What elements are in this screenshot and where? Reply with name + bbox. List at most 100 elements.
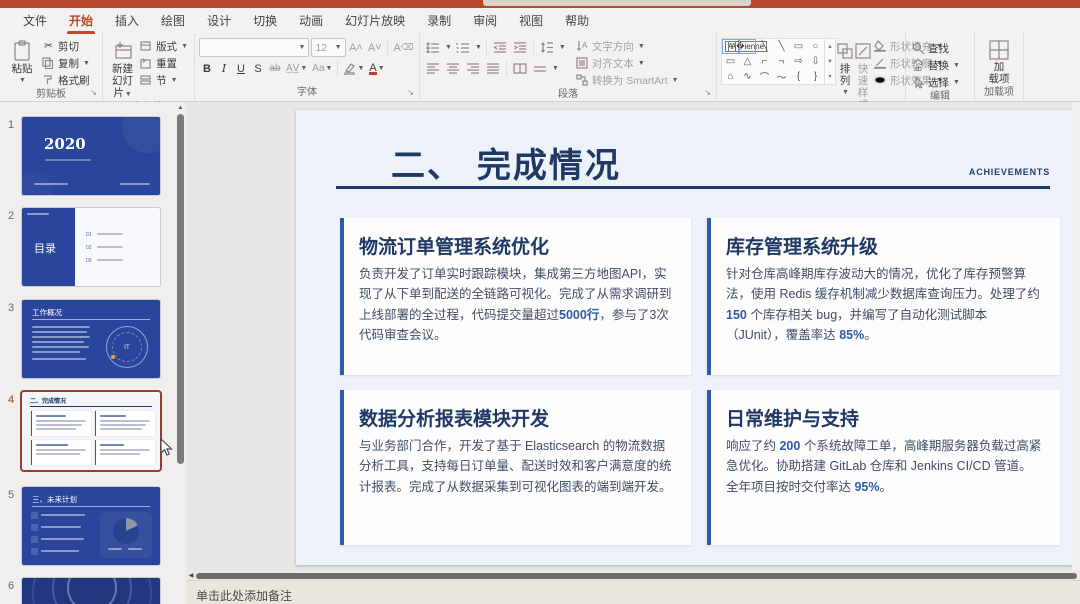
tab-draw[interactable]: 绘图	[150, 8, 196, 34]
elbow-connector-icon[interactable]: ⌐	[756, 54, 773, 69]
slide-1-preview[interactable]: 2020	[22, 117, 160, 195]
tab-file[interactable]: 文件	[12, 8, 58, 34]
tab-design[interactable]: 设计	[196, 8, 242, 34]
shapes-gallery[interactable]: A A�ienne ╲ ╲ ▭ ○ ▭ △ ⌐ ¬ ⇨ ⇩ ⌂ ∿	[721, 36, 836, 85]
highlight-color-button[interactable]: ▼	[341, 60, 366, 77]
slide-4-preview[interactable]: 二、完成情况	[22, 392, 160, 470]
select-button[interactable]: 选择 ▼	[910, 74, 970, 90]
tab-slideshow[interactable]: 幻灯片放映	[334, 8, 416, 34]
strikethrough-button[interactable]: ab	[267, 60, 283, 77]
reset-button[interactable]: 重置	[138, 55, 190, 71]
grow-font-button[interactable]: A˄	[348, 39, 365, 56]
font-color-button[interactable]: A ▼	[367, 60, 386, 77]
curve-shape-icon[interactable]: 〜	[773, 69, 790, 84]
slide-5-preview[interactable]: 三、未来计划	[22, 487, 160, 565]
arrow-line-shape-icon[interactable]: ╲	[773, 39, 790, 54]
shapes-gallery-scrollbar[interactable]: ▲ ▼ ▾	[825, 38, 836, 85]
line-shape-icon[interactable]: ╲	[756, 39, 773, 54]
scroll-left-icon[interactable]: ◀	[186, 572, 196, 579]
notes-pane[interactable]: 单击此处添加备注	[186, 580, 1080, 604]
tab-help[interactable]: 帮助	[554, 8, 600, 34]
paste-button[interactable]: 粘贴 ▼	[4, 36, 40, 87]
thumbnail-slide-2[interactable]: 2 目录 01 02 03	[0, 208, 178, 286]
thumbnail-slide-1[interactable]: 1 2020	[0, 117, 178, 195]
shrink-font-button[interactable]: A˅	[366, 39, 383, 56]
slide-3-preview[interactable]: 工作概况 IT	[22, 300, 160, 378]
slide-2-preview[interactable]: 目录 01 02 03	[22, 208, 160, 286]
align-text-button[interactable]: 对齐文本 ▼	[574, 55, 681, 71]
dialog-launcher-icon[interactable]: ↘	[704, 86, 711, 99]
scroll-down-icon[interactable]: ▼	[825, 54, 835, 69]
arrange-button[interactable]: 排列 ▼	[836, 36, 854, 99]
card-maintenance-support[interactable]: 日常维护与支持 响应了约 200 个系统故障工单，高峰期服务器负载过高紧急优化。…	[707, 390, 1060, 545]
card-data-analysis-module[interactable]: 数据分析报表模块开发 与业务部门合作，开发了基于 Elasticsearch 的…	[340, 390, 691, 545]
columns-button[interactable]	[511, 60, 529, 77]
scroll-up-icon[interactable]: ▲	[825, 39, 835, 54]
align-right-button[interactable]	[464, 60, 482, 77]
character-spacing-button[interactable]: A̲V̲▼	[284, 60, 309, 77]
distribute-button[interactable]	[531, 60, 549, 77]
oval-shape-icon[interactable]: ○	[807, 39, 824, 54]
thumbnail-slide-4-selected[interactable]: 4 二、完成情况	[0, 392, 178, 470]
align-center-button[interactable]	[444, 60, 462, 77]
slide-6-preview[interactable]	[22, 578, 160, 604]
right-brace-shape-icon[interactable]: }	[807, 69, 824, 84]
text-shadow-button[interactable]: S	[250, 60, 266, 77]
rounded-rectangle-shape-icon[interactable]: ▭	[722, 54, 739, 69]
freeform-shape-icon[interactable]: ⌂	[722, 69, 739, 84]
thumbnail-slide-5[interactable]: 5 三、未来计划	[0, 487, 178, 565]
font-name-combo[interactable]: ▼	[199, 38, 309, 57]
bold-button[interactable]: B	[199, 60, 215, 77]
right-arrow-shape-icon[interactable]: ⇨	[790, 54, 807, 69]
tab-review[interactable]: 审阅	[462, 8, 508, 34]
tab-home[interactable]: 开始	[58, 8, 104, 34]
scroll-up-icon[interactable]: ▲	[176, 104, 185, 113]
slide-subtitle[interactable]: ACHIEVEMENTS	[969, 167, 1050, 177]
slide-canvas[interactable]: 二、 完成情况 ACHIEVEMENTS 物流订单管理系统优化 负责开发了订单实…	[296, 110, 1072, 565]
increase-indent-button[interactable]	[511, 39, 529, 56]
triangle-shape-icon[interactable]: △	[739, 54, 756, 69]
format-painter-button[interactable]: 格式刷	[40, 72, 92, 88]
tab-view[interactable]: 视图	[508, 8, 554, 34]
thumbnail-panel-scrollbar[interactable]: ▲	[176, 104, 185, 602]
slide-title[interactable]: 二、 完成情况	[391, 138, 621, 187]
horizontal-scrollbar[interactable]: ◀	[186, 571, 1080, 580]
arc-shape-icon[interactable]: ⌒	[756, 69, 773, 84]
tab-insert[interactable]: 插入	[104, 8, 150, 34]
font-size-combo[interactable]: 12 ▼	[311, 38, 345, 57]
find-button[interactable]: 查找	[910, 40, 970, 56]
text-direction-button[interactable]: A 文字方向 ▼	[574, 38, 681, 54]
thumbnail-slide-6[interactable]: 6	[0, 578, 178, 604]
card-logistics-order-system[interactable]: 物流订单管理系统优化 负责开发了订单实时跟踪模块，集成第三方地图API，实现了从…	[340, 218, 691, 375]
new-slide-button[interactable]: 新建 幻灯片▼	[107, 36, 138, 101]
cut-button[interactable]: ✂ 剪切	[40, 38, 92, 54]
replace-button[interactable]: ab 替换 ▼	[910, 57, 970, 73]
section-button[interactable]: 节 ▼	[138, 72, 190, 88]
italic-button[interactable]: I	[216, 60, 232, 77]
rectangle-shape-icon[interactable]: ▭	[790, 39, 807, 54]
vertical-textbox-shape-icon[interactable]: A�ienne	[739, 39, 756, 54]
clear-formatting-button[interactable]: A⌫	[392, 39, 415, 56]
dialog-launcher-icon[interactable]: ↘	[407, 86, 414, 99]
layout-button[interactable]: 版式 ▼	[138, 38, 190, 54]
editor-right-scrollbar[interactable]	[1072, 102, 1080, 571]
tab-animations[interactable]: 动画	[288, 8, 334, 34]
scribble-shape-icon[interactable]: ∿	[739, 69, 756, 84]
justify-button[interactable]	[484, 60, 502, 77]
underline-button[interactable]: U	[233, 60, 249, 77]
numbering-button[interactable]	[454, 39, 472, 56]
tab-record[interactable]: 录制	[416, 8, 462, 34]
copy-button[interactable]: 复制 ▼	[40, 55, 92, 71]
bullets-button[interactable]	[424, 39, 442, 56]
decrease-indent-button[interactable]	[491, 39, 509, 56]
left-brace-shape-icon[interactable]: {	[790, 69, 807, 84]
dialog-launcher-icon[interactable]: ↘	[90, 86, 97, 99]
down-arrow-shape-icon[interactable]: ⇩	[807, 54, 824, 69]
convert-smartart-button[interactable]: 转换为 SmartArt ▼	[574, 72, 681, 88]
addins-button[interactable]: 加 载项	[979, 36, 1019, 85]
tab-transitions[interactable]: 切换	[242, 8, 288, 34]
gallery-more-icon[interactable]: ▾	[825, 69, 835, 84]
scrollbar-thumb[interactable]	[196, 573, 1077, 579]
line-spacing-button[interactable]	[538, 39, 556, 56]
elbow-arrow-connector-icon[interactable]: ¬	[773, 54, 790, 69]
